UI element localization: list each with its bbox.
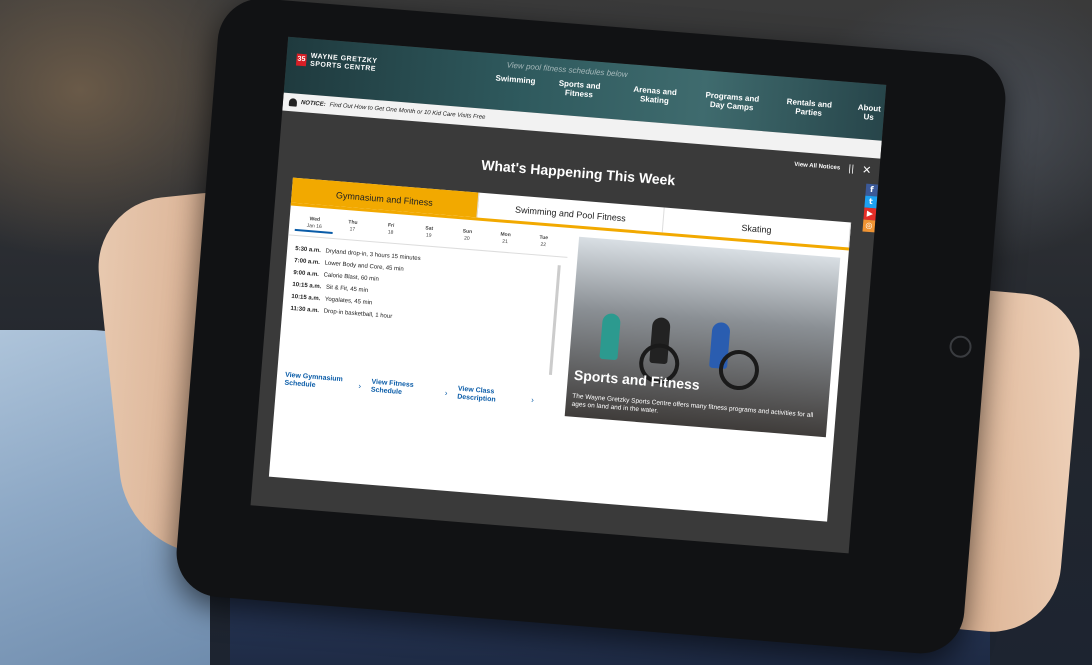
nav-sports-fitness[interactable]: Sports and Fitness [548,78,610,101]
nav-programs[interactable]: Programs and Day Camps [699,90,764,113]
feature-card[interactable]: Sports and Fitness The Wayne Gretzky Spo… [564,236,841,438]
nav-swimming[interactable]: Swimming [494,74,536,95]
notice-label: NOTICE: [300,100,326,108]
event-time: 5:30 a.m. [294,246,322,255]
youtube-icon[interactable]: ▶ [863,207,877,221]
tablet: 35 WAYNE GRETZKY SPORTS CENTRE View pool… [173,0,1009,657]
tablet-screen: 35 WAYNE GRETZKY SPORTS CENTRE View pool… [250,36,887,554]
day-sun[interactable]: Sun 20 [447,227,486,246]
event-time: 9:00 a.m. [293,269,320,279]
link-label: View Gymnasium Schedule [284,371,344,390]
whats-happening-panel: Gymnasium and Fitness Swimming and Pool … [268,177,852,522]
day-thu[interactable]: Thu 17 [333,218,372,237]
feature-title: Sports and Fitness [573,366,701,393]
event-desc: Yogalates, 45 min [324,296,373,307]
notice-tools: View All Notices || ✕ [794,158,872,177]
day-fri[interactable]: Fri 18 [371,221,410,240]
tab-skating[interactable]: Skating [663,207,852,248]
bell-icon [288,98,298,107]
event-list: 5:30 a.m. Dryland drop-in, 3 hours 15 mi… [278,235,568,387]
fitness-schedule-link[interactable]: View Fitness Schedule › [370,379,448,401]
facebook-icon[interactable]: f [865,183,879,197]
schedule: Wed Jan 16 Thu 17 Fri 18 Sat 19 Sun 20 M… [269,208,570,500]
day-mon[interactable]: Mon 21 [485,230,524,249]
event-time: 7:00 a.m. [294,258,321,267]
event-desc: Calorie Blast, 60 min [323,272,379,283]
chevron-right-icon: › [358,381,362,391]
feature-description: The Wayne Gretzky Sports Centre offers m… [571,392,814,420]
photo-bike-wheel [717,348,761,392]
event-desc: Lower Body and Core, 45 min [324,260,404,273]
event-desc: Dryland drop-in, 3 hours 15 minutes [325,248,421,263]
event-time: 10:15 a.m. [291,293,321,303]
social-bar: f t ▶ ◎ [862,183,879,233]
site-logo[interactable]: 35 WAYNE GRETZKY SPORTS CENTRE [295,52,378,74]
logo-mark: 35 [295,53,307,67]
home-button[interactable] [948,334,973,359]
pause-icon[interactable]: || [848,164,855,174]
day-tue[interactable]: Tue 22 [524,233,563,252]
chevron-right-icon: › [444,388,448,398]
photo-rider [599,312,622,361]
day-sat[interactable]: Sat 19 [409,224,448,243]
event-time: 10:15 a.m. [292,281,322,291]
twitter-icon[interactable]: t [864,195,878,209]
class-description-link[interactable]: View Class Description › [457,386,535,408]
nav-rentals[interactable]: Rentals and Parties [777,96,841,119]
nav-arenas-skating[interactable]: Arenas and Skating [623,84,687,107]
view-all-notices-link[interactable]: View All Notices [794,161,840,171]
close-icon[interactable]: ✕ [862,163,872,177]
nav-about[interactable]: About Us [853,102,884,122]
link-label: View Class Description [456,385,496,404]
event-desc: Drop-in basketball, 1 hour [323,308,393,321]
link-label: View Fitness Schedule [370,378,414,397]
gym-schedule-link[interactable]: View Gymnasium Schedule › [284,372,362,394]
chevron-right-icon: › [530,394,535,405]
event-desc: Sit & Fit, 45 min [325,284,369,295]
day-wed[interactable]: Wed Jan 16 [294,214,335,234]
instagram-icon[interactable]: ◎ [862,219,876,233]
event-time: 11:30 a.m. [290,305,320,315]
